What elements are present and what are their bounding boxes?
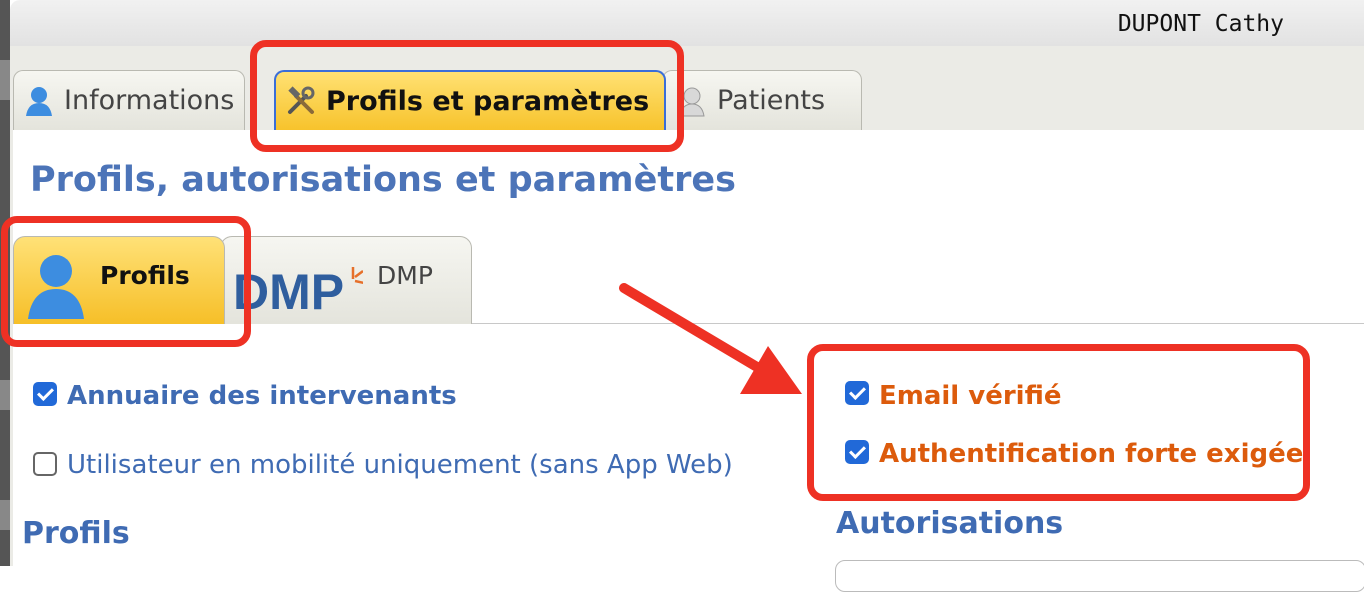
dmp-logo: DMP [233, 261, 365, 320]
tab-label: Patients [717, 85, 826, 116]
checkbox-label: Annuaire des intervenants [67, 381, 457, 411]
user-name: DUPONT Cathy [1117, 11, 1284, 37]
tab-informations[interactable]: Informations [13, 70, 245, 130]
highlight-subtab-profils [1, 216, 251, 347]
checkbox-mobilite[interactable] [33, 452, 57, 476]
title-bar: DUPONT Cathy [10, 0, 1364, 47]
tab-label: Informations [64, 85, 235, 116]
user-icon [24, 85, 54, 117]
checkbox-annuaire[interactable] [33, 382, 57, 406]
annotation-arrow-icon [619, 283, 802, 394]
subtab-dmp[interactable]: DMP DMP [220, 236, 472, 324]
autorisations-box [835, 560, 1364, 592]
highlight-tab-profils-parametres [250, 40, 684, 152]
subtab-label: DMP [377, 261, 433, 290]
profils-heading: Profils [22, 516, 130, 551]
checkbox-label: Utilisateur en mobilité uniquement (sans… [67, 450, 733, 480]
highlight-security-checkboxes [807, 344, 1310, 501]
page-title: Profils, autorisations et paramètres [30, 160, 736, 200]
autorisations-heading: Autorisations [836, 506, 1064, 541]
tab-patients[interactable]: Patients [662, 70, 862, 130]
